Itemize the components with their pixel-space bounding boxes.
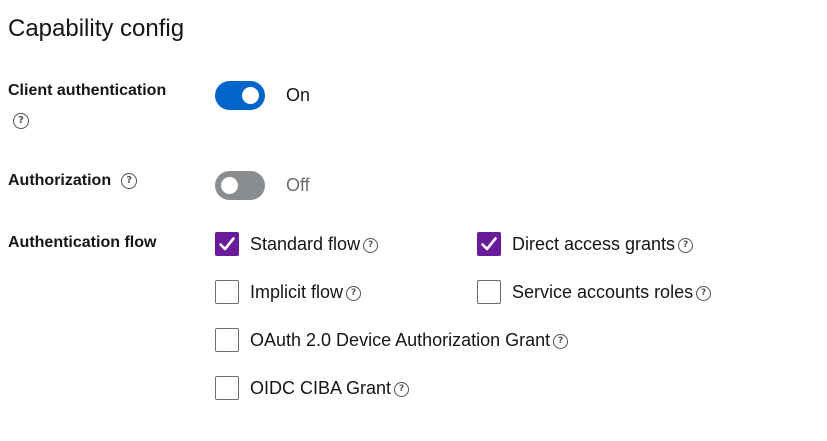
toggle-knob <box>221 177 238 194</box>
oauth-device-grant-option[interactable]: OAuth 2.0 Device Authorization Grant ? <box>215 328 569 352</box>
checkmark-icon <box>481 237 497 251</box>
section-title: Capability config <box>8 15 185 42</box>
authorization-state: Off <box>286 175 310 195</box>
client-authentication-label-text: Client authentication <box>8 82 167 99</box>
oauth-device-grant-label[interactable]: OAuth 2.0 Device Authorization Grant <box>250 330 550 351</box>
direct-access-grants-option[interactable]: Direct access grants ? <box>477 232 694 256</box>
authorization-help-icon[interactable]: ? <box>121 173 138 189</box>
standard-flow-help-icon[interactable]: ? <box>363 237 379 253</box>
service-accounts-roles-option[interactable]: Service accounts roles ? <box>477 280 712 304</box>
service-accounts-roles-help-icon[interactable]: ? <box>696 285 712 301</box>
service-accounts-roles-checkbox[interactable] <box>477 280 501 304</box>
implicit-flow-checkbox[interactable] <box>215 280 239 304</box>
oidc-ciba-grant-help-icon[interactable]: ? <box>394 381 410 397</box>
oidc-ciba-grant-checkbox[interactable] <box>215 376 239 400</box>
implicit-flow-label[interactable]: Implicit flow <box>250 282 343 303</box>
implicit-flow-option[interactable]: Implicit flow ? <box>215 280 362 304</box>
authorization-label: Authorization ? <box>8 172 138 190</box>
oauth-device-grant-help-icon[interactable]: ? <box>553 333 569 349</box>
oidc-ciba-grant-label[interactable]: OIDC CIBA Grant <box>250 378 391 399</box>
authorization-label-text: Authorization <box>8 172 112 189</box>
direct-access-grants-help-icon[interactable]: ? <box>678 237 694 253</box>
authentication-flow-label-text: Authentication flow <box>8 234 157 251</box>
implicit-flow-help-icon[interactable]: ? <box>346 285 362 301</box>
client-authentication-state: On <box>286 85 311 105</box>
standard-flow-label[interactable]: Standard flow <box>250 234 360 255</box>
service-accounts-roles-label[interactable]: Service accounts roles <box>512 282 693 303</box>
checkmark-icon <box>219 237 235 251</box>
standard-flow-checkbox[interactable] <box>215 232 239 256</box>
client-authentication-help-icon[interactable]: ? <box>13 113 29 129</box>
standard-flow-option[interactable]: Standard flow ? <box>215 232 379 256</box>
oidc-ciba-grant-option[interactable]: OIDC CIBA Grant ? <box>215 376 410 400</box>
authorization-toggle[interactable] <box>215 171 265 200</box>
client-authentication-label: Client authentication <box>8 82 166 100</box>
authentication-flow-label: Authentication flow <box>8 234 156 252</box>
direct-access-grants-label[interactable]: Direct access grants <box>512 234 675 255</box>
client-authentication-toggle[interactable] <box>215 81 265 110</box>
toggle-knob <box>242 87 259 104</box>
oauth-device-grant-checkbox[interactable] <box>215 328 239 352</box>
direct-access-grants-checkbox[interactable] <box>477 232 501 256</box>
